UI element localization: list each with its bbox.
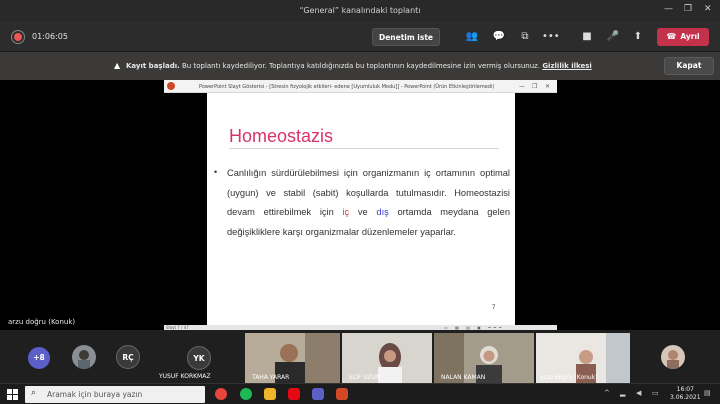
slide: Homeostazis • Canlılığın sürdürülebilmes… xyxy=(207,93,515,325)
participant-name-yusuf: YUSUF KORKMAZ xyxy=(159,373,211,380)
pp-maximize-icon[interactable]: ❐ xyxy=(532,83,537,90)
participant-initials-rc: RÇ xyxy=(116,345,140,369)
bullet-icon: • xyxy=(214,167,218,177)
maximize-icon[interactable]: ❐ xyxy=(684,4,692,14)
close-icon[interactable]: ✕ xyxy=(704,4,712,14)
recording-icon xyxy=(14,33,22,41)
clock-time: 16:07 xyxy=(676,386,694,393)
slide-page-number: 7 xyxy=(492,305,496,311)
pp-minimize-icon[interactable]: — xyxy=(519,83,525,90)
windows-start-icon[interactable] xyxy=(7,389,18,400)
window-title: “General” kanalındaki toplantı xyxy=(299,6,421,15)
leave-button[interactable]: ☎ Ayrıl xyxy=(657,28,709,46)
powerpoint-icon xyxy=(167,82,175,90)
banner-close-button[interactable]: Kapat xyxy=(664,57,714,75)
meeting-timer: 01:06:05 xyxy=(32,32,68,41)
minimize-icon[interactable]: — xyxy=(664,4,673,14)
netflix-icon[interactable] xyxy=(288,388,300,400)
warning-icon: ▲ xyxy=(114,61,121,70)
word-dis: dış xyxy=(376,207,389,217)
powerpoint-taskbar-icon[interactable] xyxy=(336,388,348,400)
share-icon[interactable]: ⬆ xyxy=(630,30,646,44)
windows-taskbar: ⌕ Aramak için buraya yazın ^ ▂ ◀ ▭ 16:07… xyxy=(0,383,720,404)
participant-name-arzu: arzu doğru (Konuk) xyxy=(540,374,598,381)
participants-icon[interactable]: 👥 xyxy=(464,30,480,44)
word-ve: ve xyxy=(349,207,377,217)
slide-body: Canlılığın sürdürülebilmesi için organiz… xyxy=(227,164,510,242)
tile-yusuf: YK YUSUF KORKMAZ xyxy=(155,333,243,383)
leave-label: Ayrıl xyxy=(680,32,700,41)
participant-avatar-1 xyxy=(72,345,96,369)
banner-text: Kayıt başladı. Bu toplantı kaydediliyor.… xyxy=(126,62,592,70)
teams-icon[interactable] xyxy=(312,388,324,400)
chrome-icon[interactable] xyxy=(215,388,227,400)
chat-icon[interactable]: 💬 xyxy=(491,30,507,44)
participant-avatar-2 xyxy=(661,345,685,369)
clock-date: 3.06.2021 xyxy=(670,394,701,401)
request-control-button[interactable]: Denetim iste xyxy=(372,28,440,46)
network-icon[interactable]: ▂ xyxy=(620,389,625,397)
camera-off-icon[interactable]: ■ xyxy=(579,30,595,44)
participant-name-nalan: NALAN KAMAN xyxy=(441,374,486,381)
phone-icon: ☎ xyxy=(666,32,677,41)
powerpoint-window-title: PowerPoint Slayt Gösterisi - [Stresin fi… xyxy=(199,84,495,90)
privacy-link[interactable]: Gizlilik ilkesi xyxy=(542,62,592,70)
speaker-name: arzu doğru (Konuk) xyxy=(8,318,76,326)
participant-initials-yk: YK xyxy=(187,346,211,370)
mic-off-icon[interactable]: 🎤 xyxy=(605,30,621,44)
more-participants-badge[interactable]: +8 xyxy=(28,347,50,369)
participant-name-taha: TAHA YARAR xyxy=(252,374,290,381)
meeting-toolbar: 01:06:05 Denetim iste 👥 💬 ⧉ ••• ■ 🎤 ⬆ ☎ A… xyxy=(0,22,720,52)
participant-name-elif: ELİF UZUN xyxy=(349,374,381,381)
pp-close-icon[interactable]: ✕ xyxy=(545,83,550,90)
slide-title: Homeostazis xyxy=(229,126,334,146)
taskbar-search-placeholder: Aramak için buraya yazın xyxy=(47,390,143,399)
recording-banner: ▲ Kayıt başladı. Bu toplantı kaydediliyo… xyxy=(0,52,720,80)
notifications-icon[interactable]: ▤ xyxy=(704,389,711,397)
banner-bold: Kayıt başladı. xyxy=(126,62,180,70)
window-titlebar: “General” kanalındaki toplantı — ❐ ✕ xyxy=(0,0,720,22)
tray-chevron-icon[interactable]: ^ xyxy=(604,389,610,397)
search-icon: ⌕ xyxy=(31,388,37,398)
battery-icon[interactable]: ▭ xyxy=(652,389,659,397)
powerpoint-titlebar: PowerPoint Slayt Gösterisi - [Stresin fi… xyxy=(164,80,557,93)
rooms-icon[interactable]: ⧉ xyxy=(517,30,533,44)
spotify-icon[interactable] xyxy=(240,388,252,400)
file-explorer-icon[interactable] xyxy=(264,388,276,400)
banner-message: Bu toplantı kaydediliyor. Toplantıya kat… xyxy=(179,62,543,70)
more-options-icon[interactable]: ••• xyxy=(542,30,560,44)
taskbar-search[interactable]: ⌕ Aramak için buraya yazın xyxy=(25,386,205,403)
volume-icon[interactable]: ◀ xyxy=(636,389,641,397)
taskbar-clock[interactable]: 16:07 3.06.2021 xyxy=(670,386,701,402)
title-divider xyxy=(229,148,499,149)
